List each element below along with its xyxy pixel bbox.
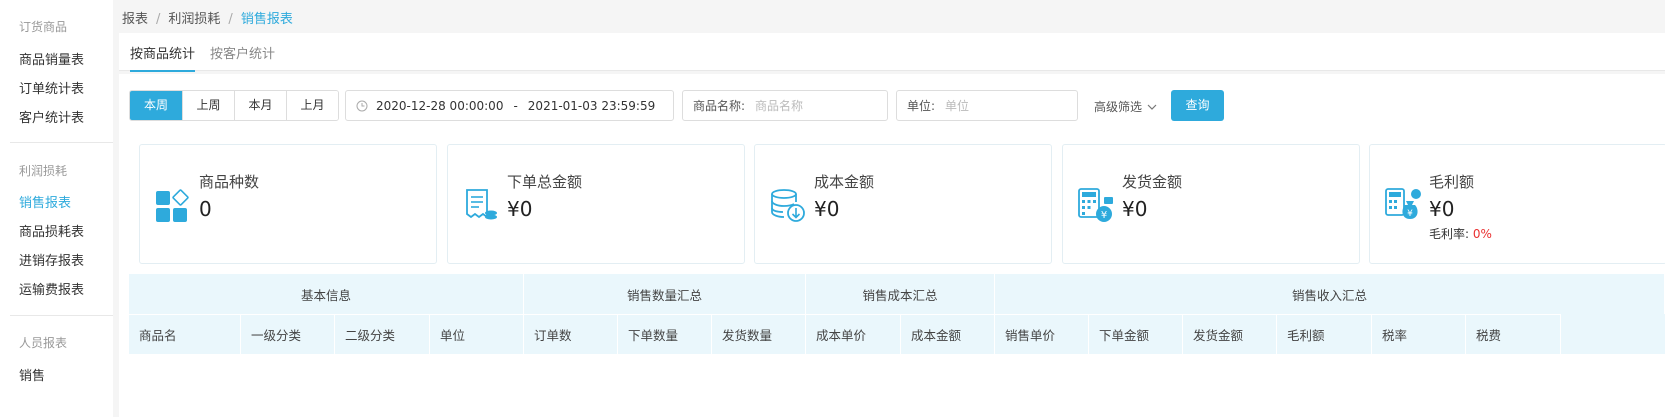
column-header-category-2[interactable]: 二级分类 [335, 314, 430, 354]
chevron-down-icon [1147, 104, 1157, 110]
last-week-button[interactable]: 上周 [182, 91, 234, 120]
sidebar-item-salesperson[interactable]: 销售 [19, 365, 45, 384]
column-header-tax-rate[interactable]: 税率 [1372, 314, 1466, 354]
stat-title: 下单总金额 [507, 173, 583, 191]
report-table-header: 基本信息 销售数量汇总 销售成本汇总 销售收入汇总 商品名 一级分类 二级分类 … [129, 274, 1665, 354]
sidebar-group-title: 订货商品 [19, 20, 68, 34]
group-header-sales-cost: 销售成本汇总 [806, 274, 995, 314]
this-month-button[interactable]: 本月 [234, 91, 286, 120]
sidebar-group-title: 人员报表 [19, 336, 68, 350]
svg-text:¥: ¥ [1101, 210, 1107, 221]
sidebar-item-product-sales[interactable]: 商品销量表 [19, 49, 84, 68]
tabs-bar: 按商品统计 按客户统计 [119, 33, 1665, 72]
date-end: 2021-01-03 23:59:59 [527, 98, 656, 113]
sidebar-item-order-stats[interactable]: 订单统计表 [19, 78, 84, 97]
column-header-order-quantity[interactable]: 下单数量 [618, 314, 712, 354]
column-header-category-1[interactable]: 一级分类 [241, 314, 335, 354]
group-header-basic-info: 基本信息 [129, 274, 524, 314]
column-header-shipped-quantity[interactable]: 发货数量 [712, 314, 806, 354]
gross-margin-value: 0% [1472, 227, 1492, 241]
sidebar-item-inventory-report[interactable]: 进销存报表 [19, 250, 84, 269]
product-name-field: 商品名称: [682, 90, 888, 121]
stat-card-order-total: 下单总金额 ¥0 [447, 144, 745, 264]
column-header-unit[interactable]: 单位 [430, 314, 524, 354]
calculator-yen-icon: ¥ [1078, 188, 1113, 222]
date-start: 2020-12-28 00:00:00 [376, 98, 504, 113]
column-header-shipped-amount[interactable]: 发货金额 [1183, 314, 1277, 354]
stat-card-gross-profit: ¥ 毛利额 ¥0 毛利率: 0% [1369, 144, 1665, 264]
column-header-order-amount[interactable]: 下单金额 [1089, 314, 1183, 354]
calculator-moneybag-icon: ¥ [1385, 188, 1421, 219]
sidebar-item-customer-stats[interactable]: 客户统计表 [19, 107, 84, 126]
group-header-sales-revenue: 销售收入汇总 [995, 274, 1665, 314]
column-header-product-name[interactable]: 商品名 [129, 314, 241, 354]
svg-text:¥: ¥ [1407, 209, 1413, 219]
receipt-icon [466, 189, 497, 220]
database-download-icon [771, 189, 805, 222]
breadcrumb-current: 销售报表 [240, 12, 293, 27]
stat-card-product-count: 商品种数 0 [139, 144, 437, 264]
breadcrumb: 报表 / 利润损耗 / 销售报表 [122, 8, 293, 27]
sidebar-group-title: 利润损耗 [19, 164, 68, 178]
column-header-cost-unit-price[interactable]: 成本单价 [806, 314, 901, 354]
stat-value: 0 [199, 197, 212, 221]
group-header-sales-quantity: 销售数量汇总 [524, 274, 806, 314]
breadcrumb-separator: / [228, 12, 233, 27]
column-header-sales-unit-price[interactable]: 销售单价 [995, 314, 1089, 354]
this-week-button[interactable]: 本周 [130, 91, 182, 120]
column-header-cost-amount[interactable]: 成本金额 [901, 314, 995, 354]
stat-value: ¥0 [507, 197, 533, 221]
stat-title: 成本金额 [814, 173, 875, 191]
gross-margin: 毛利率: 0% [1429, 225, 1492, 242]
breadcrumb-separator: / [156, 12, 161, 27]
stat-title: 毛利额 [1429, 173, 1475, 191]
stat-title: 发货金额 [1122, 173, 1183, 191]
query-button[interactable]: 查询 [1171, 90, 1224, 121]
date-separator: - [513, 98, 518, 113]
sidebar-divider [10, 315, 113, 316]
stat-card-shipped-total: ¥ 发货金额 ¥0 [1062, 144, 1360, 264]
period-button-group: 本周 上周 本月 上月 [129, 90, 339, 121]
product-name-label: 商品名称: [693, 99, 746, 113]
grid-shapes-icon [156, 189, 189, 222]
sidebar-item-loss-report[interactable]: 商品损耗表 [19, 221, 84, 240]
stat-value: ¥0 [1429, 197, 1455, 221]
sidebar-item-freight-report[interactable]: 运输费报表 [19, 279, 84, 298]
sidebar-item-sales-report[interactable]: 销售报表 [19, 192, 71, 211]
gross-margin-label: 毛利率: [1429, 227, 1470, 241]
advanced-filter-toggle[interactable]: 高级筛选 [1094, 98, 1157, 115]
tab-by-customer[interactable]: 按客户统计 [210, 43, 275, 62]
product-name-input[interactable] [755, 98, 876, 113]
breadcrumb-item[interactable]: 利润损耗 [168, 12, 220, 27]
stat-value: ¥0 [1122, 197, 1148, 221]
unit-label: 单位: [907, 99, 936, 113]
clock-icon [356, 100, 368, 111]
column-header-tax[interactable]: 税费 [1466, 314, 1561, 354]
unit-field: 单位: [896, 90, 1078, 121]
main-content: 报表 / 利润损耗 / 销售报表 按商品统计 按客户统计 本周 上周 本月 上月 202… [119, 0, 1665, 417]
column-header-order-count[interactable]: 订单数 [524, 314, 618, 354]
stat-value: ¥0 [814, 197, 840, 221]
advanced-filter-label: 高级筛选 [1094, 100, 1143, 114]
date-range-picker[interactable]: 2020-12-28 00:00:00 - 2021-01-03 23:59:5… [345, 90, 674, 121]
sidebar-divider [10, 142, 113, 143]
stat-title: 商品种数 [199, 173, 260, 191]
stat-card-cost-total: 成本金额 ¥0 [754, 144, 1052, 264]
report-panel: 本周 上周 本月 上月 2020-12-28 00:00:00 - 2021-0… [119, 74, 1665, 417]
column-header-gross-profit[interactable]: 毛利额 [1277, 314, 1372, 354]
tab-by-product[interactable]: 按商品统计 [130, 43, 196, 72]
sidebar: 订货商品 商品销量表 订单统计表 客户统计表 利润损耗 销售报表 商品损耗表 进… [0, 0, 113, 417]
last-month-button[interactable]: 上月 [286, 91, 338, 120]
unit-input[interactable] [945, 98, 1066, 113]
breadcrumb-item[interactable]: 报表 [122, 12, 148, 27]
